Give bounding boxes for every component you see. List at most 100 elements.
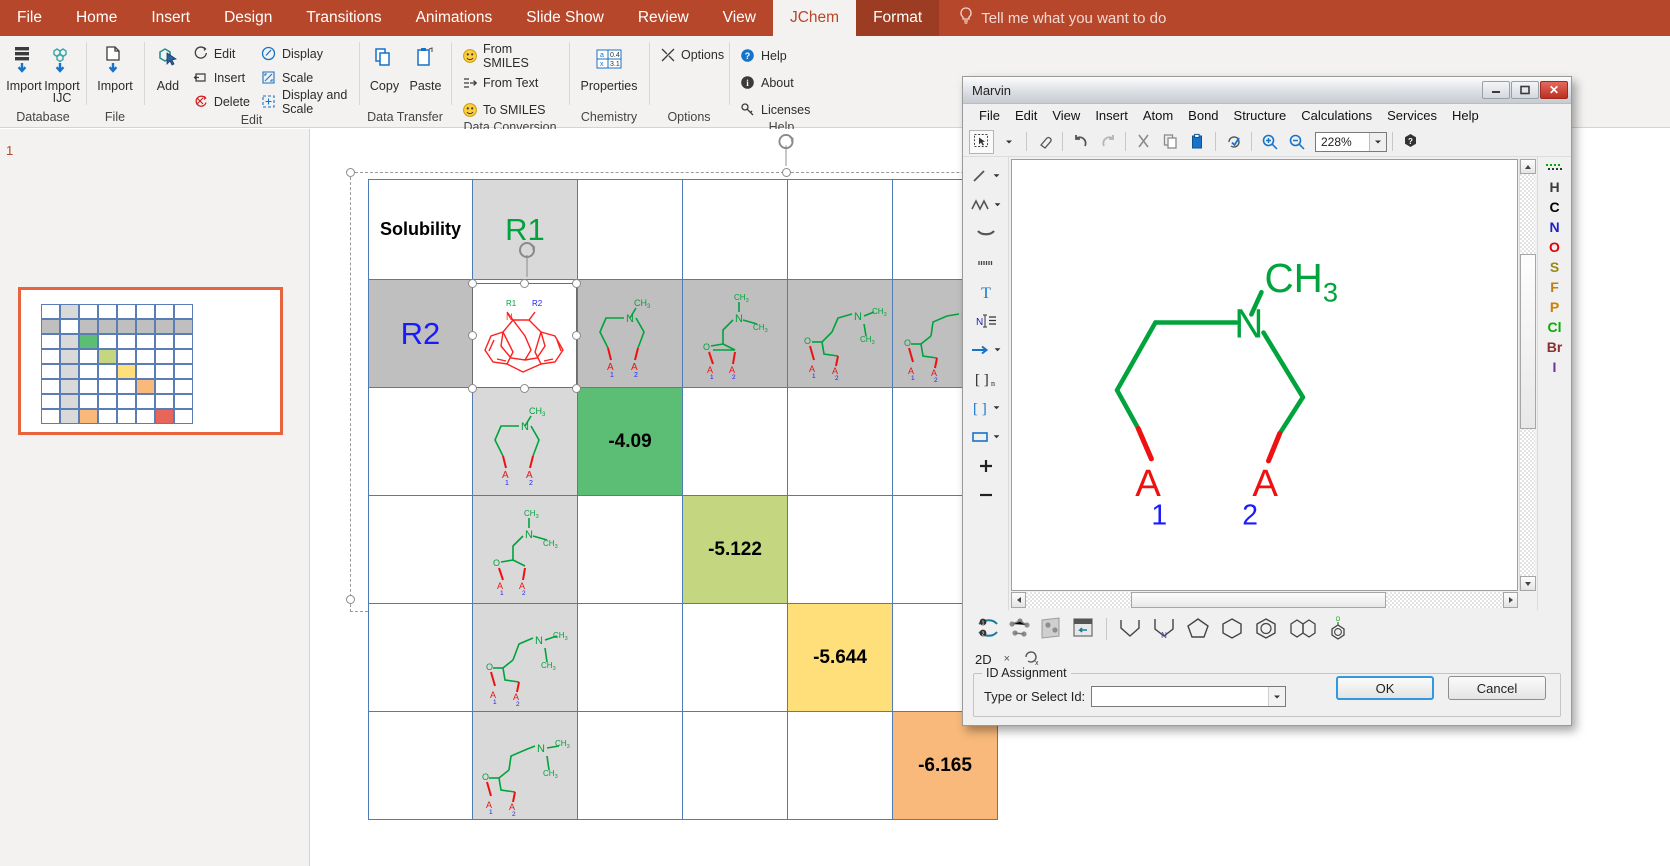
arc-bond-tool[interactable] xyxy=(966,221,1006,247)
cell-blank-r2c2[interactable] xyxy=(577,495,683,604)
element-h[interactable]: H xyxy=(1549,179,1559,195)
cell-h4[interactable] xyxy=(787,179,893,280)
slide-thumbnail[interactable] xyxy=(18,287,283,435)
cell-value-4[interactable]: -6.165 xyxy=(892,711,998,820)
scroll-right-arrow[interactable] xyxy=(1503,592,1518,608)
naphthalene-template[interactable] xyxy=(1286,616,1320,643)
add-structure-button[interactable]: Add xyxy=(150,40,186,92)
menu-bond[interactable]: Bond xyxy=(1181,106,1225,125)
hash-bond-tool[interactable] xyxy=(966,250,1006,276)
vscroll-thumb[interactable] xyxy=(1520,254,1536,429)
import-template-icon[interactable] xyxy=(1071,616,1097,643)
polymer-bracket-tool[interactable]: [ ] n xyxy=(966,366,1006,392)
paste-button[interactable]: Paste xyxy=(406,40,445,92)
tab-insert[interactable]: Insert xyxy=(134,0,207,36)
element-cl[interactable]: Cl xyxy=(1548,319,1562,335)
tab-animations[interactable]: Animations xyxy=(399,0,510,36)
menu-file[interactable]: File xyxy=(972,106,1007,125)
powerpoint-table[interactable]: Solubility R1 R2 R1 R2 N CH3 N A 1 A 2 C… xyxy=(368,179,998,820)
cell-handle-bl[interactable] xyxy=(468,384,477,393)
cell-rotate-handle[interactable] xyxy=(517,241,537,277)
from-text-button[interactable]: From Text xyxy=(457,72,563,93)
cell-blank-r2c4[interactable] xyxy=(787,495,893,604)
selection-handle-ml[interactable] xyxy=(346,595,355,604)
cell-value-1[interactable]: -4.09 xyxy=(577,387,683,496)
scroll-up-arrow[interactable] xyxy=(1520,159,1536,174)
licenses-button[interactable]: Licenses xyxy=(735,99,814,120)
cell-rgroup-a-header[interactable]: CH3 N A 1 A 2 xyxy=(577,279,683,388)
display-button[interactable]: Display xyxy=(256,43,353,64)
any-atom-icon[interactable] xyxy=(1544,161,1566,175)
close-button[interactable]: ✕ xyxy=(1540,81,1568,99)
single-bond-tool[interactable] xyxy=(966,163,1006,189)
tab-design[interactable]: Design xyxy=(207,0,289,36)
tab-transitions[interactable]: Transitions xyxy=(289,0,398,36)
selection-handle-tl[interactable] xyxy=(346,168,355,177)
benzene-template[interactable] xyxy=(1252,616,1280,643)
menu-edit[interactable]: Edit xyxy=(1008,106,1044,125)
chevron-down-icon[interactable] xyxy=(1268,687,1286,706)
tab-review[interactable]: Review xyxy=(621,0,706,36)
select-tool[interactable] xyxy=(969,129,994,154)
cyclopentane-template[interactable] xyxy=(1116,616,1144,643)
tab-view[interactable]: View xyxy=(706,0,773,36)
bracket-tool[interactable]: [ ] xyxy=(966,395,1006,421)
undo-button[interactable] xyxy=(1068,130,1093,154)
canvas-horizontal-scrollbar[interactable] xyxy=(1011,592,1518,608)
about-button[interactable]: i About xyxy=(735,72,814,93)
phenol-template[interactable]: O xyxy=(1326,615,1350,644)
marvin-dialog[interactable]: Marvin ✕ File Edit View Insert Atom Bond… xyxy=(962,76,1572,726)
selection-handle-tc[interactable] xyxy=(782,168,791,177)
from-smiles-button[interactable]: From SMILES xyxy=(457,42,563,70)
arrow-tool[interactable] xyxy=(966,337,1006,363)
id-select-combobox[interactable] xyxy=(1091,686,1287,707)
cell-blank-r4c0[interactable] xyxy=(368,711,473,820)
cell-blank-r4c2[interactable] xyxy=(577,711,683,820)
cell-h2[interactable] xyxy=(577,179,683,280)
cell-row-rgroup-a[interactable]: CH3 N A 1 A 2 xyxy=(472,387,578,496)
cell-handle-tr[interactable] xyxy=(572,279,581,288)
menu-calculations[interactable]: Calculations xyxy=(1294,106,1379,125)
cell-blank-r1c3[interactable] xyxy=(682,387,788,496)
hscroll-thumb[interactable] xyxy=(1131,592,1386,608)
cell-value-3[interactable]: -5.644 xyxy=(787,603,893,712)
zoom-level-combobox[interactable]: 228% xyxy=(1315,131,1387,152)
cell-blank-r1c0[interactable] xyxy=(368,387,473,496)
maximize-button[interactable] xyxy=(1511,81,1539,99)
element-p[interactable]: P xyxy=(1550,299,1559,315)
cell-handle-ml[interactable] xyxy=(468,331,477,340)
element-o[interactable]: O xyxy=(1549,239,1560,255)
chain-tool[interactable] xyxy=(966,192,1006,218)
pyrrole-template[interactable]: N xyxy=(1150,616,1178,643)
element-f[interactable]: F xyxy=(1550,279,1559,295)
cell-blank-r3c0[interactable] xyxy=(368,603,473,712)
cut-button[interactable] xyxy=(1131,130,1156,154)
help-button[interactable]: ? Help xyxy=(735,45,814,66)
cell-handle-tc[interactable] xyxy=(520,279,529,288)
cyclopentadiene-template[interactable] xyxy=(1184,616,1212,643)
plus-tool[interactable] xyxy=(966,453,1006,479)
view-mode-label[interactable]: 2D xyxy=(975,652,992,667)
cell-rgroup-b-header[interactable]: CH3 N CH3 O A 1 A 2 xyxy=(682,279,788,388)
import-database-button[interactable]: Import xyxy=(6,40,42,92)
cell-handle-br[interactable] xyxy=(572,384,581,393)
paste-button[interactable] xyxy=(1185,130,1210,154)
cell-blank-r4c3[interactable] xyxy=(682,711,788,820)
marvin-help-button[interactable]: ? xyxy=(1398,130,1423,154)
tab-home[interactable]: Home xyxy=(59,0,134,36)
insert-button[interactable]: Insert xyxy=(188,67,254,88)
cyclohexane-template[interactable] xyxy=(1218,616,1246,643)
properties-button[interactable]: a 0.4 x 3.1 Properties xyxy=(575,40,643,92)
scroll-left-arrow[interactable] xyxy=(1011,592,1026,608)
scroll-down-arrow[interactable] xyxy=(1520,576,1536,591)
cell-row-rgroup-d[interactable]: N CH3 CH3 O A 1 A 2 xyxy=(472,711,578,820)
import-ijc-button[interactable]: Import IJC xyxy=(44,40,80,104)
zoom-out-button[interactable] xyxy=(1284,130,1309,154)
edit-button[interactable]: Edit xyxy=(188,43,254,64)
cell-solubility[interactable]: Solubility xyxy=(368,179,473,280)
delete-button[interactable]: Delete xyxy=(188,91,254,112)
cell-row-rgroup-b[interactable]: CH3 N CH3 O A 1 A 2 xyxy=(472,495,578,604)
cancel-button[interactable]: Cancel xyxy=(1448,676,1546,700)
cell-h3[interactable] xyxy=(682,179,788,280)
element-s[interactable]: S xyxy=(1550,259,1559,275)
